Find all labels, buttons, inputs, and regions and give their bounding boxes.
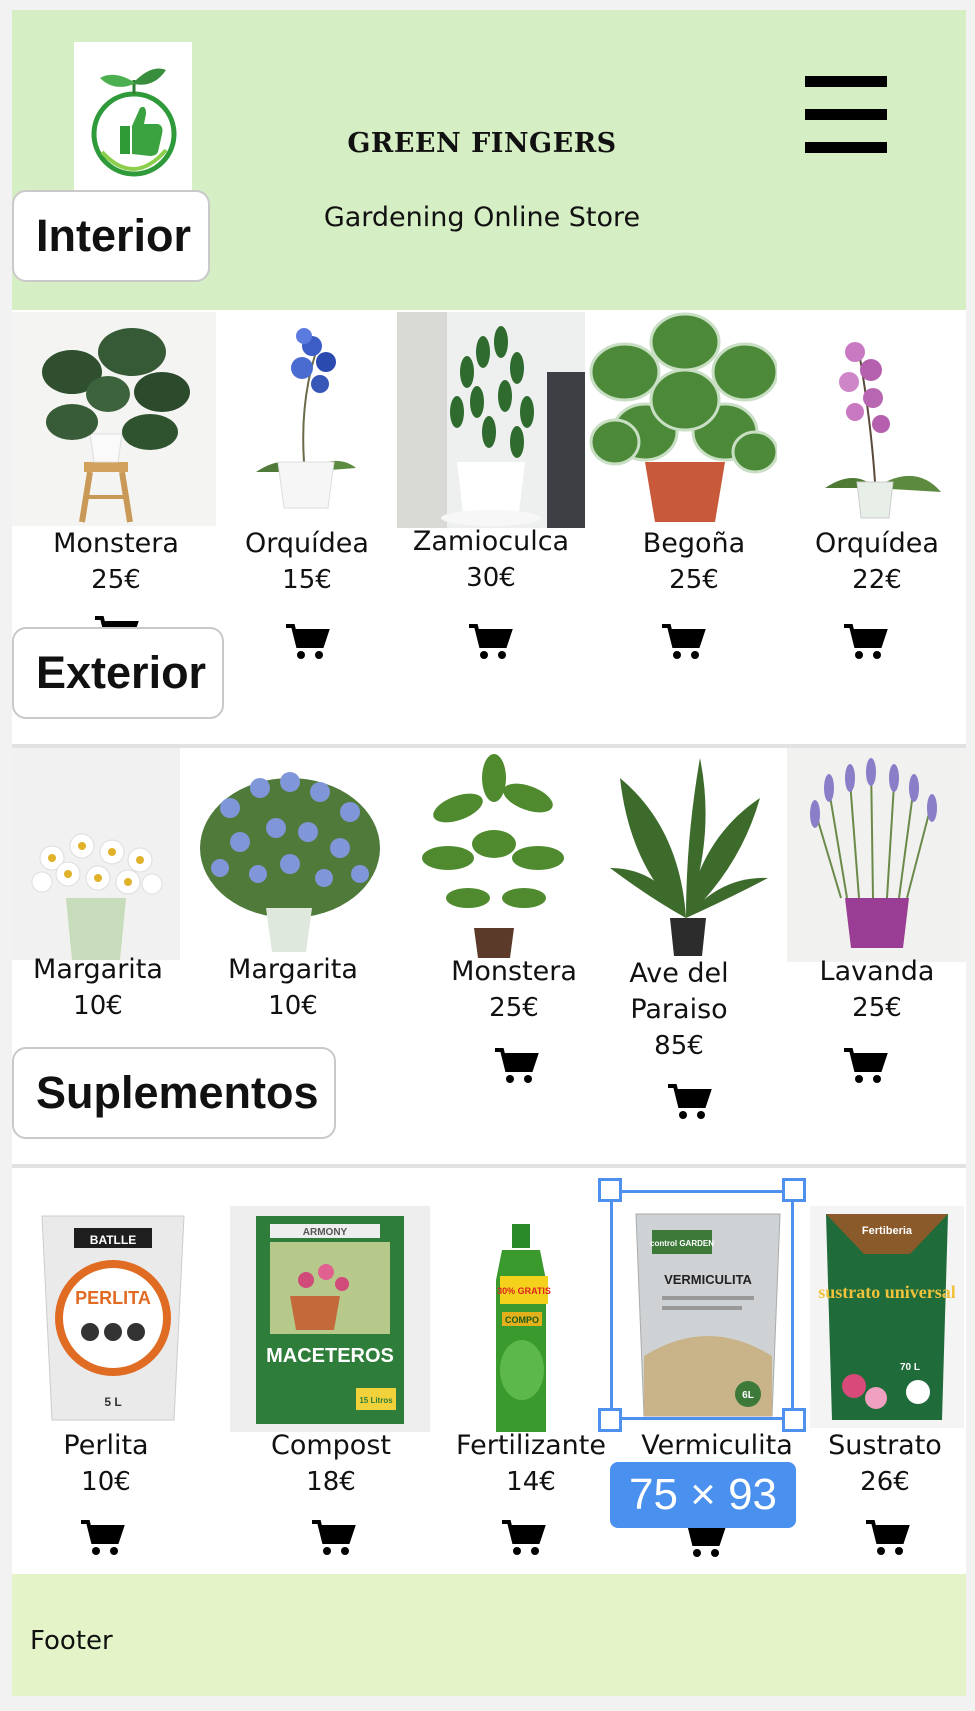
vermiculite-size: 6L bbox=[742, 1390, 754, 1401]
product-image-compost[interactable]: ARMONY MACETEROS 15 Litros bbox=[230, 1206, 430, 1432]
product-image-daisies-blue[interactable] bbox=[180, 748, 398, 960]
logo[interactable] bbox=[74, 42, 192, 192]
product-price: 22€ bbox=[852, 565, 902, 595]
compost-title: MACETEROS bbox=[266, 1345, 394, 1367]
product-price: 30€ bbox=[466, 563, 516, 593]
product-name: Lavanda bbox=[819, 956, 935, 987]
substrate-brand: Fertiberia bbox=[862, 1225, 913, 1237]
product-price: 25€ bbox=[852, 993, 902, 1023]
product-price: 10€ bbox=[81, 1467, 131, 1497]
product-image-begonia[interactable] bbox=[585, 312, 777, 526]
product-image-orchid-blue[interactable] bbox=[216, 312, 394, 526]
product-image-zamioculca[interactable] bbox=[397, 312, 585, 528]
compost-size: 15 Litros bbox=[359, 1396, 393, 1405]
section-supplements-button[interactable]: Suplementos bbox=[12, 1047, 336, 1139]
vermiculite-title: VERMICULITA bbox=[664, 1272, 752, 1287]
product-name: Monstera bbox=[451, 956, 577, 987]
product-name: Zamioculca bbox=[412, 526, 570, 557]
section-divider bbox=[12, 1164, 966, 1168]
cart-icon[interactable] bbox=[842, 622, 888, 662]
product-price: 26€ bbox=[860, 1467, 910, 1497]
fertilizer-brand: COMPO bbox=[505, 1315, 539, 1325]
product-image-bird-of-paradise[interactable] bbox=[590, 748, 780, 962]
product-price: 10€ bbox=[268, 991, 318, 1021]
section-interior-button[interactable]: Interior bbox=[12, 190, 210, 282]
cart-icon[interactable] bbox=[79, 1518, 125, 1558]
product-name: Sustrato bbox=[828, 1430, 942, 1461]
product-image-daisies-white[interactable] bbox=[12, 748, 180, 960]
perlite-title: PERLITA bbox=[75, 1288, 151, 1308]
product-name: Vermiculita bbox=[641, 1430, 793, 1461]
cart-icon[interactable] bbox=[666, 1082, 712, 1122]
size-badge: 75 × 93 bbox=[610, 1462, 796, 1528]
resize-handle-bottom-right[interactable] bbox=[782, 1408, 806, 1432]
product-image-perlite[interactable]: BATLLE PERLITA 5 L bbox=[28, 1206, 198, 1434]
fertilizer-promo: 30% GRATIS bbox=[497, 1286, 551, 1296]
product-name: Monstera bbox=[53, 528, 179, 559]
site-title: GREEN FINGERS bbox=[347, 128, 617, 159]
product-price: 85€ bbox=[654, 1031, 704, 1061]
cart-icon[interactable] bbox=[660, 622, 706, 662]
product-image-substrate[interactable]: Fertiberia sustrato universal 70 L bbox=[810, 1206, 964, 1428]
product-name: Orquídea bbox=[815, 528, 939, 559]
product-price: 10€ bbox=[73, 991, 123, 1021]
product-price: 25€ bbox=[669, 565, 719, 595]
resize-handle-top-left[interactable] bbox=[598, 1178, 622, 1202]
site-tagline: Gardening Online Store bbox=[323, 202, 641, 233]
product-name: Fertilizante bbox=[456, 1430, 606, 1461]
resize-handle-top-right[interactable] bbox=[782, 1178, 806, 1202]
product-price: 25€ bbox=[489, 993, 539, 1023]
cart-icon[interactable] bbox=[310, 1518, 356, 1558]
product-name: Margarita bbox=[228, 954, 358, 985]
cart-icon[interactable] bbox=[500, 1518, 546, 1558]
substrate-size: 70 L bbox=[900, 1362, 920, 1373]
product-name: Compost bbox=[271, 1430, 391, 1461]
product-price: 15€ bbox=[282, 565, 332, 595]
product-name: Begoña bbox=[642, 528, 746, 559]
product-image-monstera[interactable] bbox=[12, 312, 216, 526]
cart-icon[interactable] bbox=[864, 1518, 910, 1558]
cart-icon[interactable] bbox=[842, 1046, 888, 1086]
compost-brand: ARMONY bbox=[303, 1227, 348, 1238]
product-image-vermiculite[interactable]: control GARDEN VERMICULITA 6L bbox=[622, 1206, 794, 1424]
product-price: 25€ bbox=[91, 565, 141, 595]
vermiculite-brand: control GARDEN bbox=[650, 1239, 714, 1248]
footer-text: Footer bbox=[30, 1626, 113, 1656]
product-name: Perlita bbox=[63, 1430, 149, 1461]
substrate-title: sustrato universal bbox=[818, 1282, 956, 1302]
page: GREEN FINGERS Gardening Online Store Int… bbox=[12, 10, 966, 1696]
cart-icon[interactable] bbox=[493, 1046, 539, 1086]
site-footer: Footer bbox=[12, 1574, 966, 1696]
product-image-orchid-pink[interactable] bbox=[785, 312, 966, 526]
cart-icon[interactable] bbox=[467, 622, 513, 662]
product-name: Margarita bbox=[33, 954, 163, 985]
product-image-lavender[interactable] bbox=[787, 748, 966, 962]
section-exterior-button[interactable]: Exterior bbox=[12, 627, 224, 719]
product-price: 14€ bbox=[506, 1467, 556, 1497]
perlite-size: 5 L bbox=[104, 1395, 121, 1409]
resize-handle-bottom-left[interactable] bbox=[598, 1408, 622, 1432]
menu-icon[interactable] bbox=[805, 76, 887, 156]
product-price: 18€ bbox=[306, 1467, 356, 1497]
product-name: Orquídea bbox=[245, 528, 369, 559]
perlite-brand: BATLLE bbox=[90, 1233, 136, 1247]
cart-icon[interactable] bbox=[284, 622, 330, 662]
product-image-fertilizer[interactable]: 30% GRATIS COMPO bbox=[474, 1220, 568, 1442]
product-image-schefflera[interactable] bbox=[398, 748, 590, 958]
product-name: Ave del Paraiso bbox=[629, 958, 729, 1025]
